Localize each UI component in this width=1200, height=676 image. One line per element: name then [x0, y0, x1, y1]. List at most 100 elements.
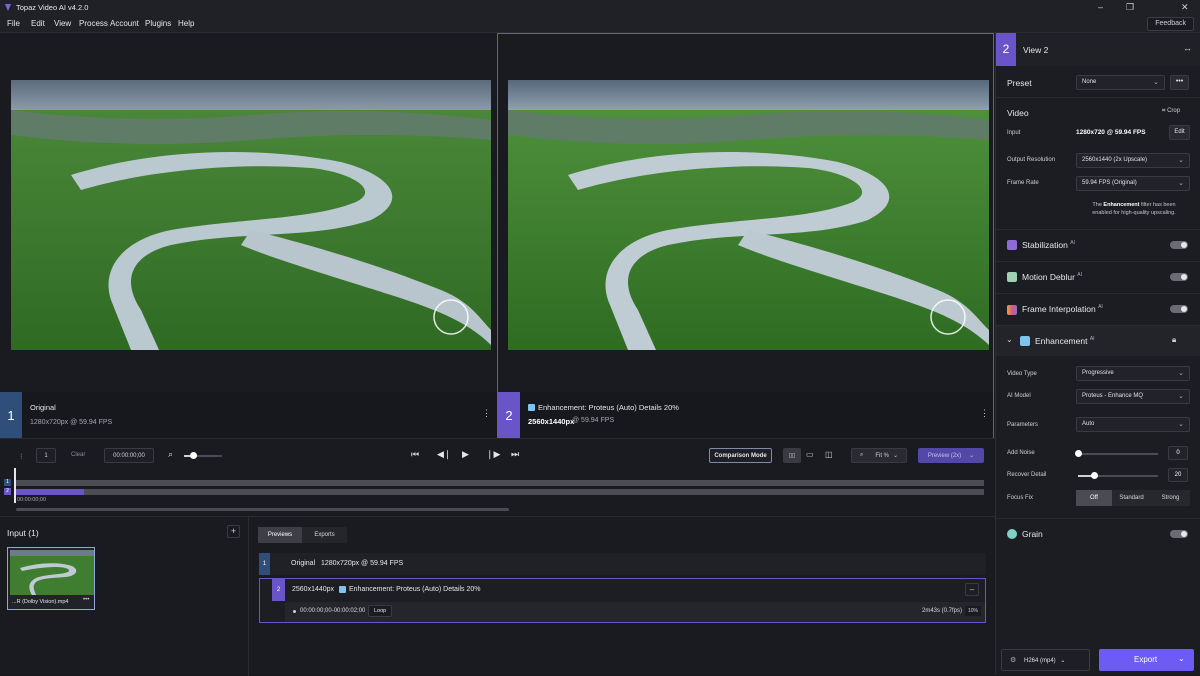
- play-icon[interactable]: ▶: [462, 449, 469, 460]
- grain-toggle[interactable]: [1170, 530, 1188, 538]
- recover-detail-value[interactable]: 20: [1168, 468, 1188, 482]
- viewer-enhanced[interactable]: 2 Enhancement: Proteus (Auto) Details 20…: [497, 33, 994, 438]
- parameters-select[interactable]: Auto ⌄: [1076, 417, 1190, 432]
- menu-view[interactable]: View: [54, 19, 71, 28]
- stabilization-label: Stabilization: [1022, 240, 1068, 250]
- ai-tag: AI: [1089, 336, 1095, 343]
- chevron-down-icon[interactable]: ⌄: [1178, 654, 1185, 663]
- bottom-panels: Input (1) + ...R (Dolby Vision).mp4 ••• …: [0, 516, 995, 676]
- input-panel-title: Input (1): [7, 528, 39, 538]
- video-type-value: Progressive: [1082, 370, 1114, 376]
- menu-help[interactable]: Help: [178, 19, 194, 28]
- zoom-icon[interactable]: ⌕: [168, 449, 173, 460]
- next-frame-icon[interactable]: ❘▶: [486, 449, 500, 460]
- thumbnail-menu-icon[interactable]: •••: [83, 597, 89, 603]
- viewer-original[interactable]: 1 Original 1280x720px @ 59.94 FPS ⋮: [0, 33, 497, 438]
- preview-button[interactable]: Preview (2x) ⌄: [918, 448, 984, 463]
- clear-button[interactable]: Clear: [71, 452, 85, 458]
- crop-button[interactable]: ⌗ Crop: [1162, 108, 1180, 115]
- add-noise-slider-track[interactable]: [1078, 453, 1158, 455]
- input-thumbnail[interactable]: ...R (Dolby Vision).mp4 •••: [7, 547, 95, 610]
- view-menu-icon[interactable]: ⋮: [980, 408, 989, 419]
- timeline-track-1[interactable]: [16, 480, 984, 486]
- stabilization-toggle[interactable]: [1170, 241, 1188, 249]
- fit-dropdown[interactable]: ⌕ Fit % ⌄: [851, 448, 907, 463]
- zoom-slider-knob[interactable]: [190, 452, 197, 459]
- queue-row-index: 2: [272, 579, 285, 601]
- view-menu-icon[interactable]: ⋮: [482, 408, 491, 419]
- viewer-enhanced-label-bar: 2 Enhancement: Proteus (Auto) Details 20…: [498, 392, 993, 438]
- enhanced-frame-image: [508, 80, 989, 350]
- motion-deblur-section[interactable]: Motion Deblur AI: [996, 261, 1200, 293]
- menu-file[interactable]: File: [7, 19, 20, 28]
- swap-view-icon[interactable]: ↔: [1183, 43, 1192, 53]
- fit-zoom-icon: ⌕: [859, 452, 864, 458]
- video-type-label: Video Type: [1007, 371, 1037, 377]
- skip-end-icon[interactable]: ⏭: [511, 449, 519, 460]
- timecode-field[interactable]: 00:00:00;00: [104, 448, 154, 463]
- view-spec: 1280x720px @ 59.94 FPS: [30, 419, 113, 426]
- menu-plugins[interactable]: Plugins: [145, 19, 171, 28]
- video-type-select[interactable]: Progressive ⌄: [1076, 366, 1190, 381]
- enhancement-header[interactable]: ⌄ Enhancement AI 🔒︎: [996, 326, 1200, 356]
- view-single-icon[interactable]: ▭: [806, 450, 814, 459]
- timeline-track-2-range: [16, 489, 84, 495]
- frame-field[interactable]: 1: [36, 448, 56, 463]
- export-button[interactable]: Export ⌄: [1099, 649, 1194, 671]
- skip-start-icon[interactable]: ⏮: [411, 449, 419, 460]
- timeline-scrollbar[interactable]: [16, 508, 509, 511]
- menu-edit[interactable]: Edit: [31, 19, 45, 28]
- stabilization-section[interactable]: Stabilization AI: [996, 229, 1200, 261]
- close-icon[interactable]: ✕: [1181, 2, 1189, 13]
- notice-prefix: The: [1092, 202, 1102, 208]
- frame-step-icon[interactable]: ⁝: [20, 452, 23, 461]
- lock-icon[interactable]: 🔒︎: [1172, 335, 1176, 345]
- grain-label: Grain: [1022, 529, 1043, 539]
- view-split-button[interactable]: ▯▯: [783, 448, 801, 463]
- tab-exports[interactable]: Exports: [302, 527, 347, 543]
- focus-fix-off[interactable]: Off: [1076, 490, 1112, 506]
- menu-process[interactable]: Process: [79, 19, 108, 28]
- minimize-icon[interactable]: –: [1098, 2, 1103, 12]
- collapse-button[interactable]: –: [965, 583, 979, 596]
- frame-interpolation-title: Frame Interpolation AI: [1022, 304, 1103, 314]
- loop-button[interactable]: Loop: [368, 605, 393, 617]
- focus-fix-standard[interactable]: Standard: [1112, 490, 1151, 506]
- input-edit-button[interactable]: Edit: [1169, 125, 1190, 140]
- feedback-button[interactable]: Feedback: [1147, 17, 1194, 31]
- timeline-marker-2: 2: [4, 488, 11, 495]
- video-section: Video ⌗ Crop Input 1280x720 @ 59.94 FPS …: [996, 97, 1200, 229]
- tab-previews[interactable]: Previews: [258, 527, 302, 543]
- recover-detail-slider-knob[interactable]: [1091, 472, 1098, 479]
- preset-select[interactable]: None ⌄: [1076, 75, 1165, 90]
- menu-account[interactable]: Account: [110, 19, 139, 28]
- ai-model-select[interactable]: Proteus - Enhance MQ ⌄: [1076, 389, 1190, 404]
- queue-row-enhanced[interactable]: 2 2560x1440px Enhancement: Proteus (Auto…: [259, 578, 986, 623]
- timeline-track-2[interactable]: [16, 489, 984, 495]
- view-name: Original: [30, 403, 56, 412]
- maximize-icon[interactable]: ❐: [1126, 2, 1134, 13]
- focus-fix-strong[interactable]: Strong: [1151, 490, 1190, 506]
- enhancement-title: Enhancement AI: [1035, 336, 1095, 346]
- chevron-down-icon: ⌄: [1006, 335, 1013, 344]
- motion-deblur-toggle[interactable]: [1170, 273, 1188, 281]
- frame-interpolation-toggle[interactable]: [1170, 305, 1188, 313]
- preset-more-button[interactable]: •••: [1170, 75, 1189, 90]
- preview-label: Preview (2x): [927, 452, 962, 459]
- add-noise-value[interactable]: 0: [1168, 446, 1188, 460]
- comparison-mode-button[interactable]: Comparison Mode: [709, 448, 772, 463]
- frame-interpolation-label: Frame Interpolation: [1022, 304, 1096, 314]
- enhancement-icon: [339, 586, 346, 593]
- view-compare-icon[interactable]: ◫: [825, 450, 833, 459]
- frame-interpolation-section[interactable]: Frame Interpolation AI: [996, 293, 1200, 325]
- codec-select[interactable]: ⚙ H264 (mp4) ⌄: [1001, 649, 1090, 671]
- queue-row-original[interactable]: 1 Original 1280x720px @ 59.94 FPS: [259, 553, 986, 575]
- frame-rate-select[interactable]: 59.94 FPS (Original) ⌄: [1076, 176, 1190, 191]
- chevron-down-icon: ⌄: [1178, 180, 1184, 187]
- prev-frame-icon[interactable]: ◀❘: [437, 449, 451, 460]
- notice-line2: enabled for high-quality upscaling.: [1092, 210, 1176, 216]
- add-input-button[interactable]: +: [227, 525, 240, 538]
- grain-section[interactable]: Grain: [996, 518, 1200, 550]
- output-resolution-select[interactable]: 2560x1440 (2x Upscale) ⌄: [1076, 153, 1190, 168]
- add-noise-slider-knob[interactable]: [1075, 450, 1082, 457]
